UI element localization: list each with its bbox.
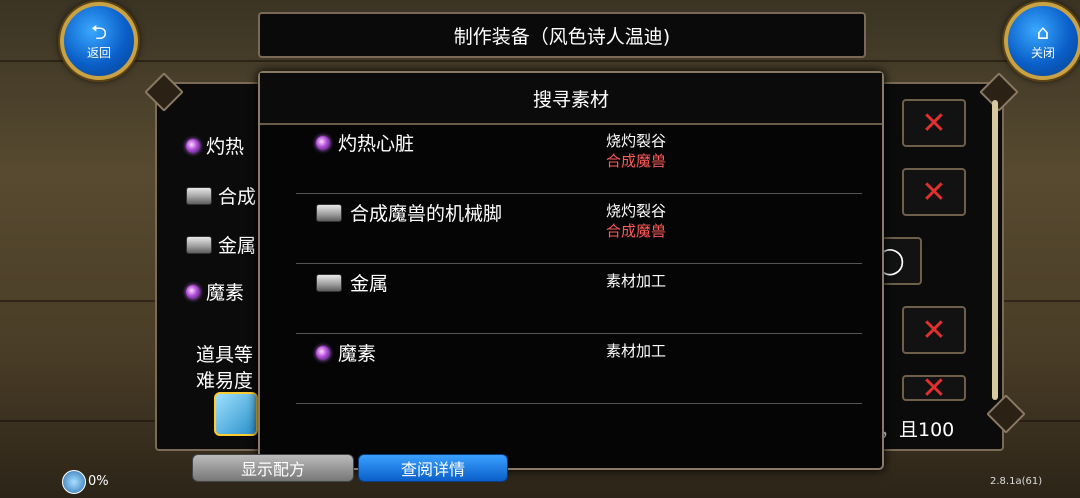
- source-location: 烧灼裂谷: [606, 202, 667, 220]
- remove-button[interactable]: ✕: [902, 99, 966, 147]
- remove-button[interactable]: ✕: [902, 168, 966, 216]
- material-source: 素材加工: [606, 341, 666, 361]
- list-item[interactable]: 合成魔兽的机械脚 烧灼裂谷 合成魔兽: [296, 193, 862, 264]
- view-details-label: 查阅详情: [400, 460, 465, 479]
- metal-ingot-icon: [316, 203, 342, 222]
- material-row-3[interactable]: 魔素: [186, 278, 244, 305]
- window-title-bar: 制作装备（风色诗人温迪): [258, 12, 866, 58]
- purple-gem-icon: [186, 138, 200, 153]
- close-label: 关闭: [1030, 45, 1055, 60]
- material-row-0[interactable]: 灼热: [186, 132, 244, 159]
- home-icon: ⌂: [1036, 19, 1050, 44]
- purple-gem-icon: [186, 284, 200, 299]
- material-name: 金属: [316, 269, 388, 296]
- material-source: 烧灼裂谷 合成魔兽: [606, 201, 666, 241]
- metal-ingot-icon: [316, 273, 342, 292]
- difficulty-label: 难易度: [196, 370, 254, 392]
- loading-icon: [62, 470, 86, 494]
- material-label: 金属: [218, 235, 257, 257]
- material-row-1[interactable]: 合成: [186, 182, 256, 209]
- material-label: 魔素: [206, 282, 245, 304]
- back-arrow-icon: ⮌: [90, 19, 108, 44]
- item-level-label: 道具等: [196, 344, 254, 366]
- view-details-button[interactable]: 查阅详情: [358, 454, 508, 482]
- source-enemy: 合成魔兽: [606, 152, 667, 170]
- show-recipe-label: 显示配方: [240, 460, 305, 479]
- purple-gem-icon: [316, 345, 330, 360]
- progress-text: 0%: [88, 474, 109, 489]
- source-location: 素材加工: [606, 272, 667, 290]
- source-location: 素材加工: [606, 342, 667, 360]
- difficulty-icon: [214, 392, 258, 436]
- modal-title: 搜寻素材: [532, 88, 609, 111]
- metal-ingot-icon: [186, 235, 212, 254]
- material-name-text: 金属: [350, 273, 389, 295]
- material-label: 灼热: [206, 136, 245, 158]
- material-name-text: 灼热心脏: [338, 133, 415, 155]
- search-material-modal: 搜寻素材 灼热心脏 烧灼裂谷 合成魔兽 合成魔兽的机械脚 烧灼裂谷 合成魔兽 金…: [258, 71, 884, 470]
- window-title: 制作装备（风色诗人温迪): [453, 25, 671, 48]
- close-icon: ✕: [921, 105, 947, 141]
- material-name-text: 合成魔兽的机械脚: [350, 203, 503, 225]
- list-item[interactable]: 灼热心脏 烧灼裂谷 合成魔兽: [296, 123, 862, 194]
- back-label: 返回: [86, 45, 111, 60]
- material-row-2[interactable]: 金属: [186, 231, 256, 258]
- modal-title-bar: 搜寻素材: [260, 73, 882, 125]
- purple-gem-icon: [316, 135, 330, 150]
- material-name: 合成魔兽的机械脚: [316, 199, 502, 226]
- back-button[interactable]: ⮌ 返回: [60, 2, 138, 80]
- source-enemy: 合成魔兽: [606, 222, 667, 240]
- close-icon: ✕: [921, 312, 947, 348]
- list-item[interactable]: 金属 素材加工: [296, 263, 862, 334]
- close-button[interactable]: ⌂ 关闭: [1004, 2, 1080, 80]
- scene-plank: [0, 60, 1080, 62]
- material-name: 灼热心脏: [316, 129, 414, 156]
- remove-button[interactable]: ✕: [902, 306, 966, 354]
- close-icon: ✕: [921, 174, 947, 210]
- list-item[interactable]: 魔素 素材加工: [296, 333, 862, 404]
- metal-ingot-icon: [186, 186, 212, 205]
- source-location: 烧灼裂谷: [606, 132, 667, 150]
- material-source: 素材加工: [606, 271, 666, 291]
- close-icon: ✕: [921, 375, 947, 401]
- version-text: 2.8.1a(61): [990, 476, 1043, 487]
- show-recipe-button[interactable]: 显示配方: [192, 454, 354, 482]
- scrollbar[interactable]: [992, 100, 998, 400]
- requirement-text: ，且100: [880, 419, 955, 441]
- material-name-text: 魔素: [338, 343, 377, 365]
- remove-button[interactable]: ✕: [902, 375, 966, 401]
- material-source: 烧灼裂谷 合成魔兽: [606, 131, 666, 171]
- material-label: 合成: [218, 186, 257, 208]
- material-name: 魔素: [316, 339, 376, 366]
